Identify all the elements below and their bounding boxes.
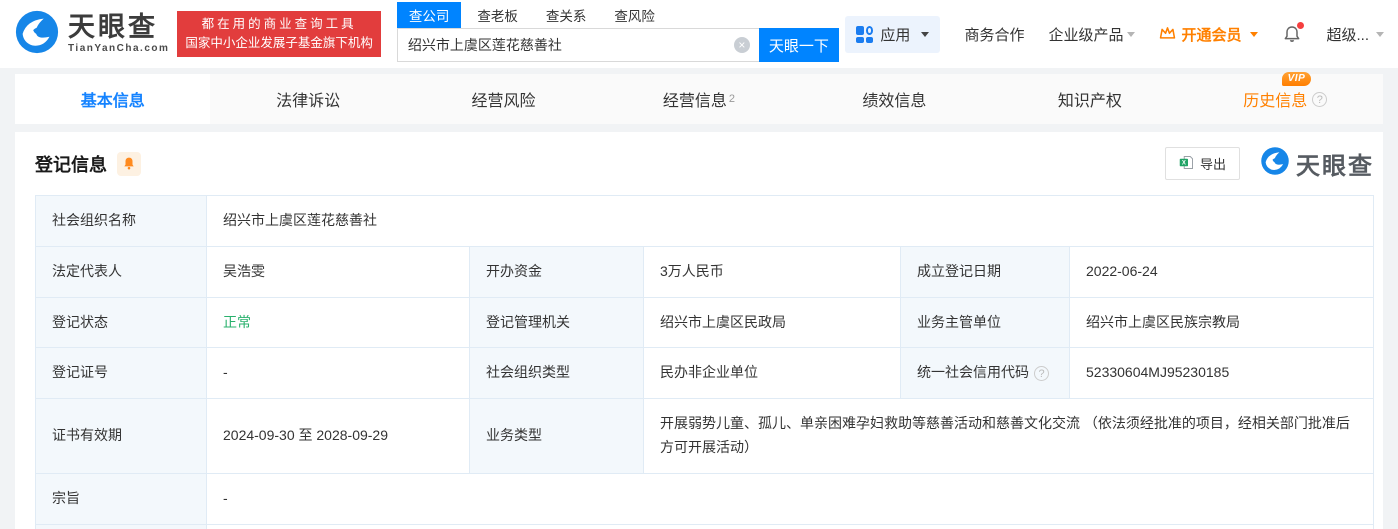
field-label-funding: 开办资金 [469,247,643,297]
tab-legal-proceedings[interactable]: 法律诉讼 [210,74,405,124]
field-value-org-name: 绍兴市上虞区莲花慈善社 [206,196,1373,246]
chevron-down-icon [921,32,929,37]
top-header: 天眼查 TianYanCha.com 都在用的商业查询工具 国家中小企业发展子基… [0,0,1398,68]
field-value-supervisor-unit: 绍兴市上虞区民族宗教局 [1069,298,1373,348]
search-tab-risk[interactable]: 查风险 [602,2,667,28]
slogan-line2: 国家中小企业发展子基金旗下机构 [185,34,373,53]
chevron-down-icon [1250,32,1258,37]
tab-history-info[interactable]: 历史信息 VIP ? [1188,74,1383,124]
tianyancha-logo-icon [14,9,60,60]
tab-operating-risk[interactable]: 经营风险 [406,74,601,124]
field-value-reg-date: 2022-06-24 [1069,247,1373,297]
field-label-org-name: 社会组织名称 [36,196,206,246]
field-label-org-type: 社会组织类型 [469,348,643,398]
registration-info-card: 登记信息 X 导出 天眼查 社会组织名称 绍兴市上虞区莲花慈善社 [15,132,1383,529]
open-vip-button[interactable]: 开通会员 [1159,24,1258,45]
apps-menu[interactable]: 应用 [845,16,940,53]
apps-label: 应用 [880,24,910,45]
table-row: 社会组织名称 绍兴市上虞区莲花慈善社 [36,196,1373,246]
search-button[interactable]: 天眼一下 [759,28,839,62]
tianyancha-watermark: 天眼查 [1260,146,1374,181]
field-label-purpose: 宗旨 [36,474,206,524]
field-label-cert-number: 登记证号 [36,348,206,398]
field-label-cert-validity: 证书有效期 [36,399,206,473]
table-row: 宗旨 - [36,473,1373,524]
field-value-cert-validity: 2024-09-30 至 2028-09-29 [206,399,469,473]
subscribe-bell-icon[interactable] [117,152,141,176]
table-row: 住所 浙江省绍兴市上虞区百官街道城东工业园区高铁辅路百草寺 [36,524,1373,529]
logo-domain-text: TianYanCha.com [68,44,169,54]
table-row: 证书有效期 2024-09-30 至 2028-09-29 业务类型 开展弱势儿… [36,398,1373,473]
export-button[interactable]: X 导出 [1165,147,1240,180]
search-tab-company[interactable]: 查公司 [397,2,462,28]
field-value-legal-rep: 吴浩雯 [206,247,469,297]
field-value-purpose: - [206,474,1373,524]
detail-nav-tabs: 基本信息 法律诉讼 经营风险 经营信息2 绩效信息 知识产权 历史信息 VIP … [15,74,1383,124]
field-value-business-type: 开展弱势儿童、孤儿、单亲困难孕妇救助等慈善活动和慈善文化交流 （依法须经批准的项… [643,399,1373,473]
field-label-reg-authority: 登记管理机关 [469,298,643,348]
help-icon[interactable]: ? [1034,366,1049,381]
search-tab-relation[interactable]: 查关系 [534,2,599,28]
tianyancha-watermark-icon [1260,146,1290,181]
field-value-funding: 3万人民币 [643,247,900,297]
field-label-reg-date: 成立登记日期 [900,247,1069,297]
search-input[interactable] [397,28,759,62]
notification-dot [1297,22,1304,29]
slogan-line1: 都在用的商业查询工具 [185,15,373,34]
field-label-legal-rep: 法定代表人 [36,247,206,297]
field-value-credit-code: 52330604MJ95230185 [1069,348,1373,398]
table-row: 法定代表人 吴浩雯 开办资金 3万人民币 成立登记日期 2022-06-24 [36,246,1373,297]
tab-performance-info[interactable]: 绩效信息 [797,74,992,124]
watermark-text: 天眼查 [1296,146,1374,181]
tab-operating-info[interactable]: 经营信息2 [601,74,796,124]
tianyancha-logo[interactable]: 天眼查 TianYanCha.com [14,9,169,60]
excel-icon: X [1179,155,1194,173]
chevron-down-icon [1127,32,1135,37]
field-label-supervisor-unit: 业务主管单位 [900,298,1069,348]
field-label-credit-code: 统一社会信用代码 [917,361,1029,385]
help-icon[interactable]: ? [1312,92,1327,107]
account-label: 超级... [1326,24,1369,45]
search-tab-boss[interactable]: 查老板 [465,2,530,28]
registration-info-table: 社会组织名称 绍兴市上虞区莲花慈善社 法定代表人 吴浩雯 开办资金 3万人民币 … [35,195,1374,529]
crown-icon [1159,25,1176,44]
notification-bell-icon[interactable] [1282,24,1302,45]
field-label-business-type: 业务类型 [469,399,643,473]
export-label: 导出 [1200,154,1226,173]
search-tabs: 查公司 查老板 查关系 查风险 [397,6,839,28]
table-row: 登记证号 - 社会组织类型 民办非企业单位 统一社会信用代码 ? 5233060… [36,347,1373,398]
svg-text:X: X [1182,160,1186,166]
section-title: 登记信息 [35,151,107,177]
apps-grid-icon [856,26,873,43]
status-badge: 正常 [223,311,251,335]
clear-search-icon[interactable]: × [734,37,750,53]
account-menu[interactable]: 超级... [1326,24,1384,45]
field-value-cert-number: - [206,348,469,398]
tab-basic-info[interactable]: 基本信息 [15,74,210,124]
chevron-down-icon [1376,32,1384,37]
field-label-address: 住所 [36,525,206,529]
field-value-reg-authority: 绍兴市上虞区民政局 [643,298,900,348]
search-area: 查公司 查老板 查关系 查风险 × 天眼一下 [397,6,839,62]
tab-count-badge: 2 [729,93,735,105]
logo-brand-text: 天眼查 [68,14,169,41]
field-label-reg-status: 登记状态 [36,298,206,348]
tab-intellectual-property[interactable]: 知识产权 [992,74,1187,124]
vip-badge: VIP [1282,72,1312,86]
field-value-address: 浙江省绍兴市上虞区百官街道城东工业园区高铁辅路百草寺 [206,525,1373,529]
table-row: 登记状态 正常 登记管理机关 绍兴市上虞区民政局 业务主管单位 绍兴市上虞区民族… [36,297,1373,348]
slogan-badge: 都在用的商业查询工具 国家中小企业发展子基金旗下机构 [177,11,381,58]
field-value-org-type: 民办非企业单位 [643,348,900,398]
menu-enterprise-products[interactable]: 企业级产品 [1048,24,1135,45]
menu-business-cooperation[interactable]: 商务合作 [964,24,1024,45]
top-menu: 应用 商务合作 企业级产品 开通会员 超级... [845,16,1384,53]
